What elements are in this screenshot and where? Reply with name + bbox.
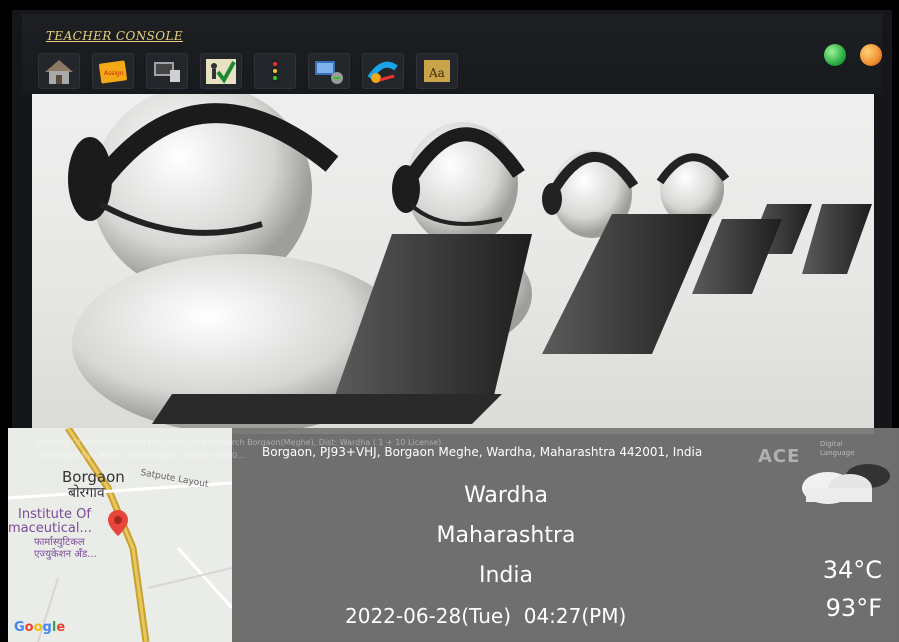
- map-label-borgaon-hindi: बोरगाव: [68, 485, 105, 501]
- toolbar-computer-button[interactable]: [146, 53, 188, 89]
- toolbar-check-button[interactable]: [200, 53, 242, 89]
- console-title: TEACHER CONSOLE: [46, 29, 183, 43]
- toolbar-home-button[interactable]: [38, 53, 80, 89]
- map-label-institute-line1: Institute Of: [18, 507, 91, 522]
- checkmark-icon: [206, 59, 236, 84]
- toolbar-network-button[interactable]: [308, 53, 350, 89]
- close-button[interactable]: [860, 44, 882, 66]
- time-text: 04:27(PM): [523, 604, 627, 628]
- date-time-display: 2022-06-28(Tue) 04:27(PM): [345, 604, 626, 628]
- home-icon: [45, 60, 73, 84]
- location-city: Wardha: [464, 483, 548, 508]
- map-label-borgaon: Borgaon: [62, 468, 125, 486]
- location-state: Maharashtra: [436, 523, 576, 548]
- map-pin-icon[interactable]: [108, 510, 128, 536]
- computer-icon: [154, 62, 180, 82]
- svg-text:Assign: Assign: [104, 70, 124, 77]
- location-country: India: [479, 563, 533, 588]
- headset-figures-image: [68, 94, 872, 434]
- google-logo: Google: [14, 620, 66, 635]
- broadcast-icon: [367, 61, 398, 83]
- call-center-illustration: [32, 94, 874, 434]
- map-label-institute-line2: maceutical...: [8, 521, 92, 536]
- console-toolbar: Assign Aa: [38, 52, 458, 90]
- minimize-button[interactable]: [824, 44, 846, 66]
- location-map[interactable]: Borgaon बोरगाव Satpute Layout Institute …: [8, 428, 232, 642]
- toolbar-assignment-button[interactable]: Assign: [92, 53, 134, 89]
- toolbar-broadcast-button[interactable]: [362, 53, 404, 89]
- screen-frame: TEACHER CONSOLE Assign Aa Borgaon बोरगाव…: [0, 0, 899, 642]
- toolbar-font-button[interactable]: Aa: [416, 53, 458, 89]
- font-icon: Aa: [424, 60, 450, 82]
- address-line: Borgaon, PJ93+VHJ, Borgaon Meghe, Wardha…: [262, 445, 703, 459]
- developer-text: Developed By : Biyani Technologies, Cont…: [36, 451, 245, 460]
- brand-subtitle: Digital Language: [820, 440, 855, 457]
- brand-name: ACE: [758, 446, 801, 467]
- cloud-icon: [802, 464, 890, 504]
- toolbar-traffic-light-button[interactable]: [254, 53, 296, 89]
- network-computer-icon: [315, 61, 343, 84]
- date-text: 2022-06-28(Tue): [345, 604, 511, 628]
- map-label-institute-line4: एज्युकेशन अँड...: [34, 549, 97, 560]
- svg-text:Aa: Aa: [428, 66, 445, 80]
- temperature-fahrenheit: 93°F: [825, 594, 882, 622]
- traffic-light-icon: [272, 59, 278, 83]
- temperature-celsius: 34°C: [822, 556, 882, 584]
- assignment-note-icon: Assign: [98, 60, 128, 84]
